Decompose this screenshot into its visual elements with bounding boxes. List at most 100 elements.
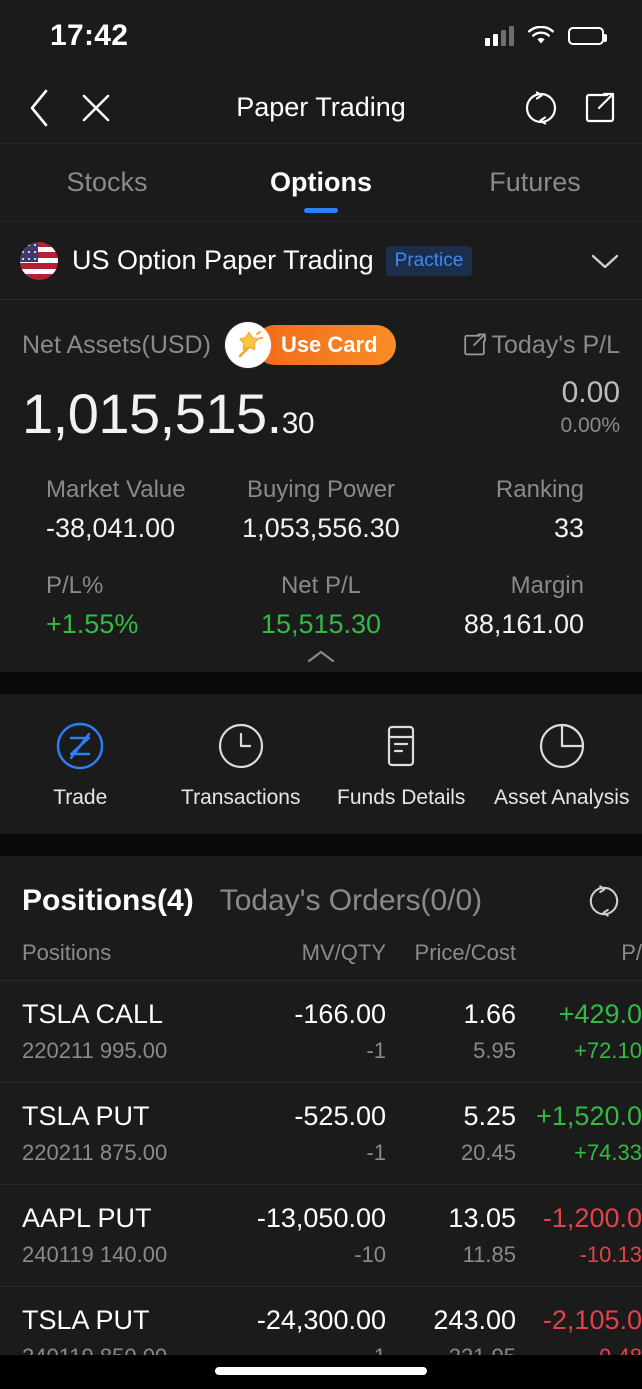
tab-positions[interactable]: Positions(4)	[22, 884, 194, 918]
action-label: Trade	[53, 786, 108, 809]
chevron-up-icon[interactable]	[306, 649, 336, 665]
position-price: 13.05	[448, 1203, 516, 1233]
action-label: Funds Details	[337, 786, 466, 809]
position-mv: -13,050.00	[256, 1203, 386, 1233]
column-pl: P/	[621, 940, 642, 965]
refresh-icon	[589, 885, 619, 917]
tab-todays-orders[interactable]: Today's Orders(0/0)	[220, 884, 483, 918]
status-bar: 17:42	[0, 0, 642, 72]
us-flag-icon	[20, 241, 58, 280]
position-cost: 5.95	[473, 1038, 516, 1063]
position-cost: 11.85	[462, 1242, 516, 1267]
collapse-row[interactable]	[0, 642, 642, 673]
column-price-cost: Price/Cost	[414, 940, 516, 965]
action-funds-details[interactable]: Funds Details	[321, 720, 482, 810]
stat-value: 15,515.30	[260, 608, 382, 639]
table-row[interactable]: TSLA CALL -166.00 1.66 +429.0 220211 995…	[0, 981, 642, 1083]
position-mv: -166.00	[294, 999, 386, 1029]
use-card-button[interactable]: Use Card	[224, 322, 396, 368]
refresh-icon[interactable]	[524, 90, 558, 125]
net-assets-values: 1,015,515.30 0.00 0.00%	[22, 376, 620, 442]
tab-options[interactable]: Options	[214, 144, 428, 221]
stat-net-pl: Net P/L 15,515.30	[221, 572, 420, 640]
net-assets-decimal: 30	[281, 406, 315, 440]
action-label: Transactions	[181, 786, 301, 809]
close-icon[interactable]	[80, 92, 112, 124]
stat-buying-power: Buying Power 1,053,556.30	[221, 476, 420, 544]
positions-refresh-button[interactable]	[588, 885, 620, 917]
stat-label: Buying Power	[246, 475, 396, 503]
position-name: AAPL PUT	[22, 1203, 152, 1233]
stat-value: 1,053,556.30	[242, 512, 400, 543]
column-mv-qty: MV/QTY	[301, 940, 386, 965]
home-indicator	[215, 1367, 427, 1375]
todays-pl-header[interactable]: Today's P/L	[463, 331, 620, 360]
position-pl: -1,200.0	[542, 1203, 642, 1233]
account-name: US Option Paper Trading	[72, 245, 374, 275]
action-label: Asset Analysis	[494, 786, 630, 809]
position-qty: -1	[366, 1140, 386, 1165]
section-divider	[0, 672, 642, 694]
share-icon[interactable]	[584, 91, 616, 125]
share-box-icon	[463, 333, 486, 356]
position-pl-percent: -10.13	[579, 1242, 642, 1267]
action-trade[interactable]: Trade	[0, 720, 161, 810]
status-indicators	[485, 26, 607, 46]
table-row[interactable]: AAPL PUT -13,050.00 13.05 -1,200.0 24011…	[0, 1185, 642, 1287]
position-detail: 220211 995.00	[22, 1038, 168, 1063]
net-assets-amount: 1,015,515.30	[22, 385, 315, 442]
net-assets-header: Net Assets(USD) Use Card Today's P/L	[22, 322, 620, 368]
column-positions: Positions	[22, 940, 112, 965]
position-qty: -1	[366, 1038, 386, 1063]
stat-label: Market Value	[46, 475, 186, 503]
net-assets-section: Net Assets(USD) Use Card Today's P/L 1,0…	[0, 300, 642, 442]
nav-bar: Paper Trading	[0, 72, 642, 144]
position-mv: -24,300.00	[256, 1305, 386, 1335]
position-cost: 20.45	[460, 1140, 516, 1165]
table-row[interactable]: TSLA PUT -525.00 5.25 +1,520.0 220211 87…	[0, 1083, 642, 1185]
action-transactions[interactable]: Transactions	[161, 720, 322, 810]
stat-value: -38,041.00	[46, 512, 176, 543]
todays-pl-label: Today's P/L	[491, 330, 620, 359]
positions-column-headers: Positions MV/QTY Price/Cost P/	[0, 918, 642, 981]
stat-pl-percent: P/L% +1.55%	[22, 572, 221, 640]
position-price: 243.00	[433, 1305, 516, 1335]
nav-left-group	[26, 87, 112, 129]
market-tabs: Stocks Options Futures	[0, 144, 642, 222]
status-time: 17:42	[50, 19, 129, 52]
account-selector[interactable]: US Option Paper Trading Practice	[0, 222, 642, 300]
position-detail: 220211 875.00	[22, 1140, 168, 1165]
stat-label: Margin	[510, 571, 584, 599]
position-pl: -2,105.0	[542, 1305, 642, 1335]
tab-stocks[interactable]: Stocks	[0, 144, 214, 221]
tab-futures[interactable]: Futures	[428, 144, 642, 221]
net-assets-label: Net Assets(USD)	[22, 330, 211, 359]
position-price: 1.66	[463, 999, 516, 1029]
nav-right-group	[524, 90, 616, 125]
stat-label: P/L%	[46, 571, 104, 599]
position-detail: 240119 140.00	[22, 1242, 168, 1267]
chevron-down-icon[interactable]	[590, 252, 620, 270]
trade-icon	[57, 722, 104, 770]
position-pl-percent: +74.33	[574, 1140, 642, 1165]
stat-margin: Margin 88,161.00	[421, 572, 620, 640]
position-pl-percent: +72.10	[574, 1038, 642, 1063]
net-assets-left: Net Assets(USD) Use Card	[22, 322, 396, 368]
stat-label: Net P/L	[280, 571, 362, 599]
position-qty: -10	[354, 1242, 386, 1267]
action-asset-analysis[interactable]: Asset Analysis	[482, 720, 642, 810]
battery-icon	[568, 27, 607, 45]
stat-value: 88,161.00	[463, 608, 584, 639]
stat-ranking: Ranking 33	[421, 476, 620, 544]
stat-value: +1.55%	[46, 608, 139, 639]
practice-badge: Practice	[385, 245, 473, 276]
clock-icon	[218, 723, 263, 769]
chevron-left-icon[interactable]	[26, 87, 52, 129]
pie-chart-icon	[539, 723, 584, 769]
stat-market-value: Market Value -38,041.00	[22, 476, 221, 544]
position-pl: +429.0	[558, 999, 642, 1029]
positions-panel: Positions(4) Today's Orders(0/0) Positio…	[0, 856, 642, 1389]
position-name: TSLA PUT	[22, 1101, 150, 1131]
quick-actions: Trade Transactions Funds Details Asset A…	[0, 694, 642, 834]
position-price: 5.25	[463, 1101, 516, 1131]
